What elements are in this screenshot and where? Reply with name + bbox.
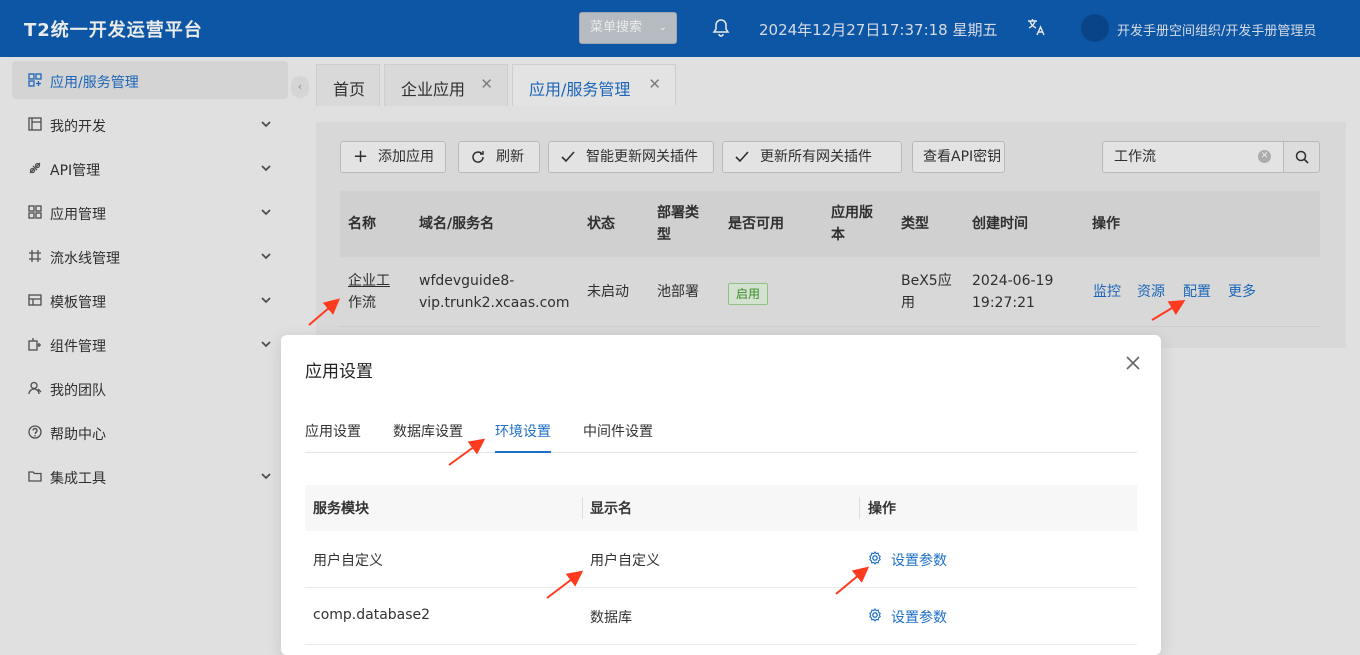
annotation-arrow <box>546 570 584 599</box>
annotation-arrow <box>835 566 870 595</box>
app-root: T2统一开发运营平台 菜单搜索 ⌄ 2024年12月27日17:37:18 星期… <box>0 0 1360 655</box>
annotation-arrows <box>308 298 1186 599</box>
annotation-arrow <box>1151 299 1186 321</box>
annotation-arrow <box>448 438 486 466</box>
annotation-arrow <box>308 298 341 326</box>
